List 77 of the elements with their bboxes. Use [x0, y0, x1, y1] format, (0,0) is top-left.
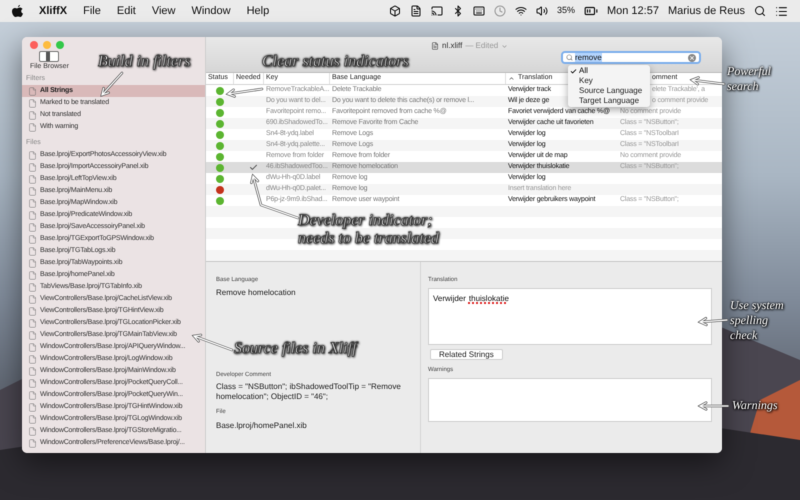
document-icon: [28, 282, 37, 292]
menu-option[interactable]: All: [568, 66, 650, 76]
sidebar-toggle-icon: [39, 51, 60, 62]
annotation-caption: Source files in Xliff: [234, 340, 360, 358]
search-icon: [566, 54, 573, 61]
document-icon: [28, 186, 37, 196]
list-icon[interactable]: [775, 4, 788, 18]
annotation-arrow: [100, 72, 124, 97]
battery-icon[interactable]: [584, 4, 598, 18]
menu-item[interactable]: Window: [191, 2, 231, 20]
volume-icon[interactable]: [536, 5, 548, 17]
apple-logo-icon: [12, 4, 23, 18]
document-icon: [28, 306, 37, 316]
document-icon: [28, 366, 37, 376]
document-icon: [28, 162, 37, 172]
document-icon: [28, 402, 37, 412]
base-language-value: Remove homelocation: [216, 287, 297, 299]
document-icon: [28, 210, 37, 220]
document-icon: [28, 110, 37, 120]
battery-percentage: 35%: [556, 4, 575, 18]
document-icon: [28, 174, 37, 184]
menu-item[interactable]: File: [83, 2, 101, 20]
document-icon: [28, 354, 37, 364]
checkmark-icon[interactable]: [248, 163, 258, 172]
document-icon: [28, 246, 37, 256]
translation-word: thuislokatie: [468, 293, 509, 305]
menu-option[interactable]: Key: [568, 76, 650, 86]
search-field[interactable]: remove: [561, 51, 701, 64]
document-icon: [28, 330, 37, 340]
menu-item[interactable]: Edit: [116, 2, 136, 20]
document-icon: [28, 318, 37, 328]
checkmark-icon: [570, 68, 577, 74]
screen-icon[interactable]: [430, 5, 443, 17]
menu-option[interactable]: Source Language: [568, 86, 650, 96]
document-icon: [28, 198, 37, 208]
annotation-caption: Build in filters: [98, 53, 192, 71]
annotation-arrow: [225, 88, 264, 98]
document-icon: [28, 378, 37, 388]
document-icon[interactable]: [410, 5, 422, 17]
user-name[interactable]: Marius de Reus: [668, 2, 745, 20]
document-icon: [28, 258, 37, 268]
document-icon: [28, 342, 37, 352]
document-icon: [28, 86, 37, 96]
document-icon: [28, 122, 37, 132]
menu-item[interactable]: View: [152, 2, 176, 20]
search-icon[interactable]: [754, 5, 766, 17]
box-icon[interactable]: [388, 5, 401, 17]
translation-word: Verwijder: [433, 293, 466, 305]
annotation-caption: Use system spelling check: [730, 298, 785, 343]
document-icon: [28, 414, 37, 424]
document-icon: [28, 234, 37, 244]
annotation-caption: Clear status indicators: [262, 53, 410, 71]
menu-option[interactable]: Target Language: [568, 96, 650, 106]
annotation-arrow: [697, 316, 728, 326]
related-strings-button[interactable]: Related Strings: [430, 349, 503, 360]
document-icon: [28, 98, 37, 108]
document-icon: [28, 270, 37, 280]
document-icon: [28, 294, 37, 304]
file-value: Base.lproj/homePanel.xib: [216, 420, 308, 432]
menu-clock[interactable]: Mon 12:57: [606, 2, 659, 20]
menu-item[interactable]: Help: [246, 2, 270, 20]
developer-comment-value: Class = "NSButton"; ibShadowedToolTip = "Remove homelocation"; ObjectID = "46";: [216, 382, 402, 402]
document-icon: [28, 438, 37, 448]
annotation-caption: Powerful search: [727, 64, 772, 94]
document-icon: [28, 222, 37, 232]
document-icon: [28, 150, 37, 160]
annotation-arrow: [697, 401, 730, 411]
keyboard-icon[interactable]: [472, 5, 485, 17]
document-icon: [28, 426, 37, 436]
app-menu[interactable]: XliffX: [39, 2, 68, 20]
window-title: nl.xliff: [442, 40, 462, 52]
annotation-arrow: [192, 334, 234, 352]
document-icon: [431, 42, 439, 50]
document-icon: [28, 390, 37, 400]
translation-text-area[interactable]: Verwijder thuislokatie: [428, 288, 712, 345]
search-value: remove: [575, 53, 602, 62]
clear-search-button[interactable]: [688, 54, 696, 62]
